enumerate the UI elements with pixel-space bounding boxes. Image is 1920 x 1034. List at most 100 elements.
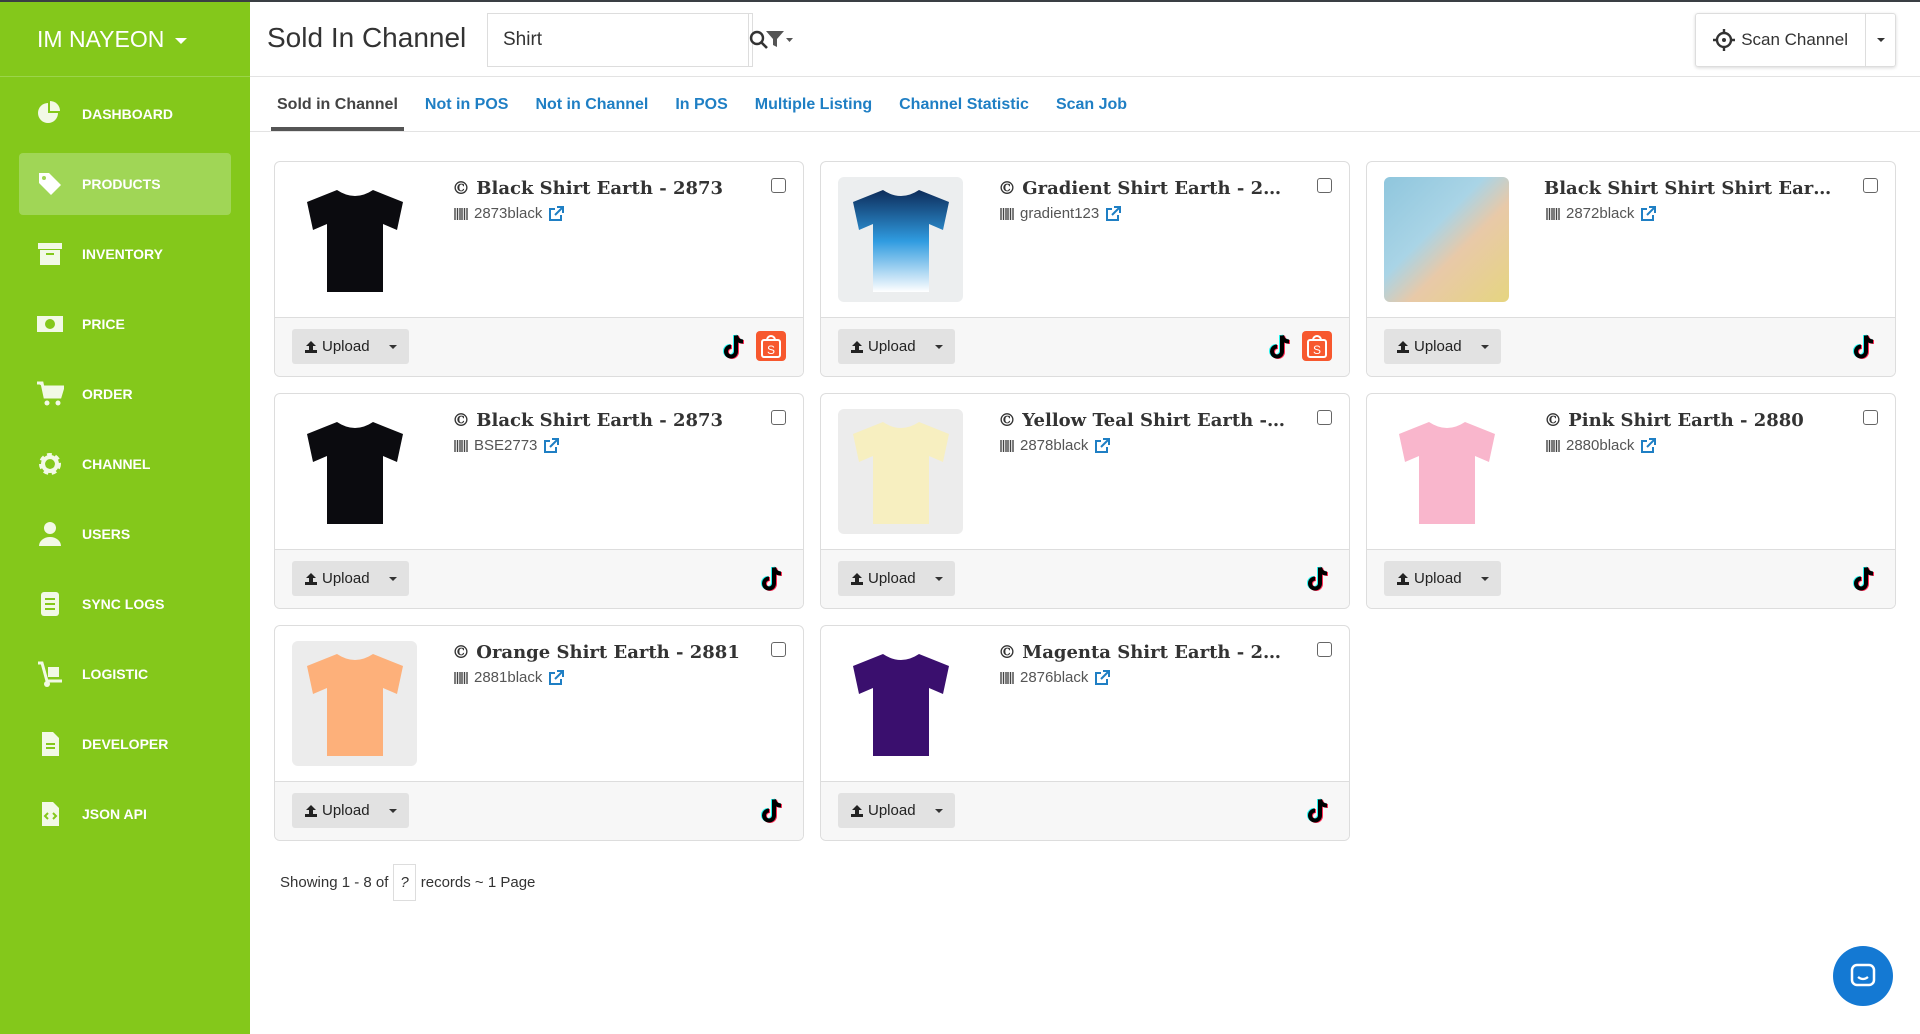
tiktok-icon[interactable] (1848, 563, 1878, 593)
product-name[interactable]: © Pink Shirt Earth - 2880 (1544, 410, 1834, 431)
chat-button[interactable] (1833, 946, 1893, 1006)
upload-button[interactable]: Upload (838, 338, 923, 355)
upload-button[interactable]: Upload (292, 570, 377, 587)
tiktok-icon[interactable] (718, 331, 748, 361)
tab-scan-job[interactable]: Scan Job (1050, 77, 1133, 131)
account-dropdown[interactable]: IM NAYEON (0, 2, 250, 77)
barcode-icon (1000, 439, 1014, 452)
upload-dropdown[interactable] (377, 808, 409, 813)
sidebar-item-label: DEVELOPER (82, 736, 169, 752)
upload-dropdown[interactable] (923, 576, 955, 581)
sidebar-item-products[interactable]: PRODUCTS (19, 153, 231, 215)
select-checkbox[interactable] (771, 178, 786, 193)
tab-channel-statistic[interactable]: Channel Statistic (893, 77, 1035, 131)
upload-dropdown[interactable] (377, 344, 409, 349)
tiktok-icon[interactable] (756, 795, 786, 825)
product-sku: gradient123 (1000, 205, 1122, 222)
upload-dropdown[interactable] (923, 344, 955, 349)
select-checkbox[interactable] (1863, 178, 1878, 193)
main: Sold In Channel Scan Channel Sold in Cha… (250, 2, 1920, 1034)
sidebar-item-inventory[interactable]: INVENTORY (19, 223, 231, 285)
external-link-icon[interactable] (1640, 437, 1657, 454)
shopee-icon[interactable]: S (1302, 331, 1332, 361)
channel-icons (756, 563, 786, 593)
upload-button[interactable]: Upload (1384, 570, 1469, 587)
product-image[interactable] (292, 641, 417, 766)
tiktok-icon[interactable] (1302, 563, 1332, 593)
money-icon (36, 310, 64, 338)
sidebar-item-dashboard[interactable]: DASHBOARD (19, 83, 231, 145)
select-checkbox[interactable] (1317, 410, 1332, 425)
channel-icons: S (718, 331, 786, 361)
upload-button[interactable]: Upload (292, 338, 377, 355)
product-image[interactable] (1384, 409, 1509, 534)
tab-multiple-listing[interactable]: Multiple Listing (749, 77, 878, 131)
sidebar-item-sync-logs[interactable]: SYNC LOGS (19, 573, 231, 635)
sku-text: 2878black (1020, 437, 1089, 454)
upload-button[interactable]: Upload (838, 802, 923, 819)
external-link-icon[interactable] (1640, 205, 1657, 222)
sidebar-item-label: PRODUCTS (82, 176, 161, 192)
tab-sold-in-channel[interactable]: Sold in Channel (271, 77, 404, 131)
search-input[interactable] (488, 14, 748, 66)
upload-dropdown[interactable] (377, 576, 409, 581)
product-image[interactable] (292, 409, 417, 534)
select-checkbox[interactable] (1317, 642, 1332, 657)
product-image[interactable] (838, 177, 963, 302)
barcode-icon (1546, 207, 1560, 220)
upload-button[interactable]: Upload (292, 802, 377, 819)
external-link-icon[interactable] (1105, 205, 1122, 222)
product-image[interactable] (838, 409, 963, 534)
select-checkbox[interactable] (1317, 178, 1332, 193)
product-name[interactable]: © Yellow Teal Shirt Earth - 2... (998, 410, 1288, 431)
tiktok-icon[interactable] (1264, 331, 1294, 361)
product-name[interactable]: © Orange Shirt Earth - 2881 (452, 642, 742, 663)
cart-icon (36, 380, 64, 408)
product-name[interactable]: © Magenta Shirt Earth - 2876 (998, 642, 1288, 663)
upload-dropdown[interactable] (923, 808, 955, 813)
scan-channel-button[interactable]: Scan Channel (1696, 14, 1865, 66)
upload-button-group: Upload (838, 793, 955, 828)
product-name[interactable]: © Black Shirt Earth - 2873 (452, 410, 742, 431)
external-link-icon[interactable] (548, 669, 565, 686)
external-link-icon[interactable] (1094, 437, 1111, 454)
sidebar-item-price[interactable]: PRICE (19, 293, 231, 355)
crosshair-icon (1713, 29, 1736, 51)
tab-in-pos[interactable]: In POS (669, 77, 733, 131)
product-image[interactable] (292, 177, 417, 302)
product-name[interactable]: © Black Shirt Earth - 2873 (452, 178, 742, 199)
product-name[interactable]: © Gradient Shirt Earth - 2675 (998, 178, 1288, 199)
tab-not-in-pos[interactable]: Not in POS (419, 77, 515, 131)
upload-button[interactable]: Upload (838, 570, 923, 587)
barcode-icon (454, 207, 468, 220)
tab-not-in-channel[interactable]: Not in Channel (529, 77, 654, 131)
sidebar-item-developer[interactable]: DEVELOPER (19, 713, 231, 775)
select-checkbox[interactable] (771, 642, 786, 657)
barcode-icon (1000, 671, 1014, 684)
product-image[interactable] (838, 641, 963, 766)
sidebar-item-users[interactable]: USERS (19, 503, 231, 565)
sidebar-item-label: DASHBOARD (82, 106, 173, 122)
product-image[interactable] (1384, 177, 1509, 302)
upload-dropdown[interactable] (1469, 344, 1501, 349)
sidebar-item-channel[interactable]: CHANNEL (19, 433, 231, 495)
upload-button[interactable]: Upload (1384, 338, 1469, 355)
sidebar-item-order[interactable]: ORDER (19, 363, 231, 425)
caret-down-icon (389, 808, 397, 813)
sidebar-item-logistic[interactable]: LOGISTIC (19, 643, 231, 705)
select-checkbox[interactable] (1863, 410, 1878, 425)
tiktok-icon[interactable] (1848, 331, 1878, 361)
filter-button[interactable] (765, 30, 795, 53)
tiktok-icon[interactable] (756, 563, 786, 593)
sidebar-item-json-api[interactable]: JSON API (19, 783, 231, 845)
tiktok-icon[interactable] (1302, 795, 1332, 825)
upload-dropdown[interactable] (1469, 576, 1501, 581)
external-link-icon[interactable] (543, 437, 560, 454)
scan-channel-dropdown[interactable] (1865, 14, 1895, 66)
shopee-icon[interactable]: S (756, 331, 786, 361)
external-link-icon[interactable] (548, 205, 565, 222)
product-name[interactable]: Black Shirt Shirt Shirt Earth ... (1544, 178, 1834, 199)
external-link-icon[interactable] (1094, 669, 1111, 686)
sku-text: 2876black (1020, 669, 1089, 686)
select-checkbox[interactable] (771, 410, 786, 425)
